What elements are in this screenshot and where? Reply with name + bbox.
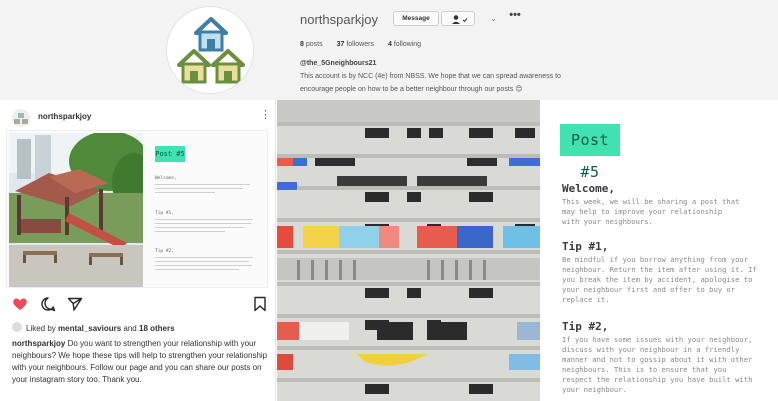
tip2-heading: Tip #2, (562, 320, 609, 333)
profile-avatar[interactable] (166, 6, 254, 94)
stat-followers[interactable]: 37 followers (337, 41, 374, 48)
mini-text-line (155, 192, 215, 193)
building-photo[interactable] (277, 100, 540, 401)
bio-text-line: This account is by NCC (4e) from NBSS. W… (300, 73, 561, 80)
post-caption: northsparkjoy Do you want to strengthen … (12, 338, 270, 386)
caption-username[interactable]: northsparkjoy (12, 339, 65, 348)
stat-following[interactable]: 4 following (388, 41, 421, 48)
mini-text-line (155, 231, 225, 232)
mini-text-line (155, 257, 253, 258)
more-vertical-icon[interactable]: ⋮ (260, 108, 271, 121)
houses-logo-icon (14, 113, 28, 124)
hdb-block-facade-image (277, 100, 540, 401)
post-author-name[interactable]: northsparkjoy (38, 112, 91, 121)
mini-text-line (155, 261, 249, 262)
mini-text-line (155, 265, 252, 266)
mini-welcome-heading: Welcome, (155, 176, 177, 181)
post-title: Post #5 (560, 124, 620, 181)
post-author-avatar[interactable] (12, 109, 30, 127)
more-options-button[interactable]: ••• (506, 10, 524, 25)
welcome-body: This week, we will be sharing a post tha… (562, 197, 740, 226)
share-icon[interactable] (67, 296, 83, 312)
tip2-body: If you have some issues with your neighb… (562, 335, 753, 394)
profile-header: northsparkjoy Message ⌄ ••• 8 posts 37 f… (0, 0, 778, 100)
welcome-heading: Welcome, (562, 182, 615, 195)
mini-text-line (155, 227, 245, 228)
message-button[interactable]: Message (393, 11, 439, 26)
post-text-panel: Post #5 Welcome, This week, we will be s… (541, 100, 778, 401)
bio-text-line: encourage people on how to be a better n… (300, 86, 523, 93)
post-action-bar (12, 296, 268, 314)
chevron-down-icon: ⌄ (490, 14, 497, 23)
bio-name[interactable]: @the_5Gneighbours21 (300, 60, 376, 67)
likes-summary[interactable]: Liked by mental_saviours and 18 others (12, 322, 175, 333)
playground-photo (9, 133, 143, 287)
person-check-icon (452, 15, 468, 24)
tip1-body: Be mindful if you borrow anything from y… (562, 255, 757, 304)
post-image[interactable]: Post #5 Welcome, Tip #1, Tip #2, (6, 130, 268, 288)
mini-tip1-heading: Tip #1, (155, 211, 174, 216)
mini-text-line (155, 184, 250, 185)
profile-stats: 8 posts 37 followers 4 following (300, 41, 421, 48)
houses-logo-icon (177, 17, 245, 84)
tip1-heading: Tip #1, (562, 240, 609, 253)
bookmark-icon[interactable] (252, 296, 268, 312)
heart-icon[interactable] (12, 296, 28, 312)
post-card: northsparkjoy ⋮ Post #5 Welcome, Tip #1,… (0, 100, 276, 401)
mini-text-line (155, 269, 239, 270)
liker-avatar (12, 322, 22, 332)
mini-text-line (155, 188, 243, 189)
follow-button[interactable] (441, 11, 475, 26)
mini-tip2-heading: Tip #2, (155, 249, 174, 254)
comment-icon[interactable] (40, 296, 56, 312)
stat-posts[interactable]: 8 posts (300, 41, 323, 48)
mini-text-line (155, 223, 251, 224)
suggested-accounts-button[interactable]: ⌄ (486, 11, 501, 26)
mini-post-title: Post #5 (155, 146, 185, 162)
mini-text-line (155, 219, 253, 220)
profile-username: northsparkjoy (300, 12, 379, 27)
